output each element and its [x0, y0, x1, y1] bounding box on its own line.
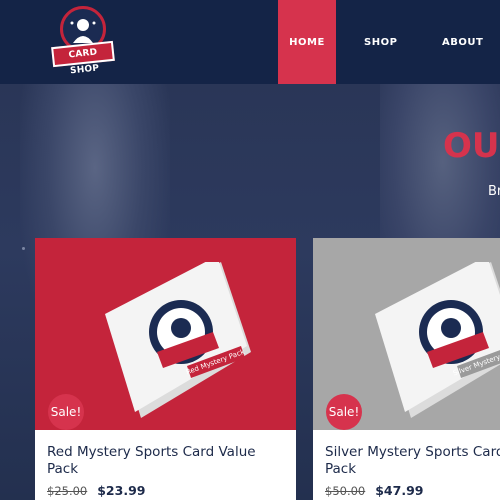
product-card[interactable]: Silver Mystery Pack Sale! Silver Mystery…: [313, 238, 500, 500]
original-price: $50.00: [325, 484, 366, 498]
slider-dot[interactable]: [22, 247, 25, 250]
product-title[interactable]: Silver Mystery Sports Card Value Pack: [325, 444, 500, 478]
nav-shop[interactable]: SHOP: [364, 0, 442, 84]
product-card[interactable]: Red Mystery Pack Sale! Red Mystery Sport…: [35, 238, 296, 500]
price-row: $50.00 $47.99: [325, 483, 423, 498]
product-image[interactable]: Silver Mystery Pack Sale!: [313, 238, 500, 430]
logo-text: CARD SHOP: [51, 40, 115, 76]
sale-badge: Sale!: [326, 394, 362, 430]
nav-home[interactable]: HOME: [278, 0, 336, 84]
sale-badge: Sale!: [48, 394, 84, 430]
card-pack-icon: Silver Mystery Pack: [375, 262, 500, 418]
price-row: $25.00 $23.99: [47, 483, 145, 498]
product-image[interactable]: Red Mystery Pack Sale!: [35, 238, 296, 430]
product-title[interactable]: Red Mystery Sports Card Value Pack: [47, 444, 287, 478]
hero-subtitle: Br: [488, 184, 500, 199]
card-pack-icon: Red Mystery Pack: [105, 262, 251, 418]
sale-price: $47.99: [375, 483, 424, 498]
original-price: $25.00: [47, 484, 88, 498]
nav-about[interactable]: ABOUT: [442, 0, 500, 84]
card-shop-logo[interactable]: CARD SHOP: [51, 6, 115, 76]
main-nav: HOME SHOP ABOUT: [278, 0, 500, 84]
sale-price: $23.99: [97, 483, 146, 498]
site-header: CARD SHOP HOME SHOP ABOUT: [0, 0, 500, 84]
hero-title: OU: [443, 126, 500, 166]
